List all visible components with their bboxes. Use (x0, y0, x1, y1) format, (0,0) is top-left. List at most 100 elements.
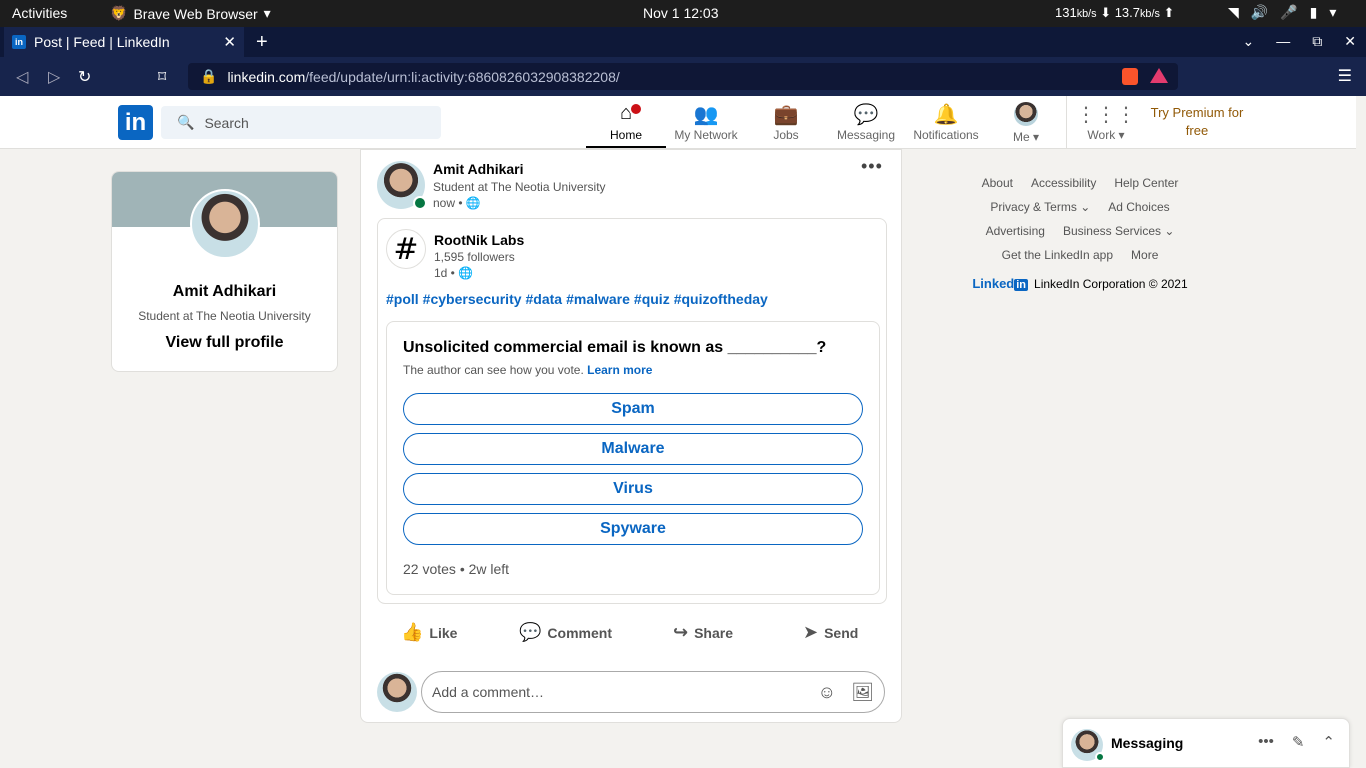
poll-option-button[interactable]: Malware (403, 433, 863, 465)
hamburger-menu-icon[interactable]: ☰ (1338, 66, 1352, 86)
hashtag-link[interactable]: #malware (566, 291, 630, 307)
chevron-up-icon[interactable]: ⌃ (1322, 733, 1335, 751)
comment-button[interactable]: 💬 Comment (519, 622, 612, 643)
poll-option-button[interactable]: Virus (403, 473, 863, 505)
linkedin-wordmark: Linked in (972, 276, 1029, 291)
nav-work[interactable]: ⋮⋮⋮ Work ▾ (1066, 102, 1146, 142)
page-scrollbar[interactable] (1356, 96, 1366, 768)
paper-plane-icon: ➤ (803, 622, 819, 642)
back-icon[interactable]: ◁ (16, 67, 28, 87)
compose-icon[interactable]: ✎ (1292, 733, 1305, 751)
search-input[interactable]: 🔍 Search (161, 106, 441, 139)
brave-shields-icon[interactable] (1122, 68, 1138, 85)
nav-notifications-label: Notifications (913, 128, 979, 142)
poll-note: The author can see how you vote. Learn m… (403, 363, 652, 377)
author-headline: Student at The Neotia University (433, 180, 606, 194)
hashtag-link[interactable]: #data (526, 291, 563, 307)
profile-name[interactable]: Amit Adhikari (112, 283, 337, 301)
brave-rewards-icon[interactable] (1150, 68, 1168, 83)
feed-post: Amit Adhikari Student at The Neotia Univ… (360, 149, 902, 723)
system-tray[interactable]: ◥ 🔊 🎤 ▮ ▾ (1228, 4, 1336, 21)
nav-home[interactable]: ⌂ Home (586, 102, 666, 148)
tab-linkedin[interactable]: in Post | Feed | LinkedIn ✕ (4, 27, 244, 57)
hashtag-link[interactable]: #quiz (634, 291, 670, 307)
image-icon[interactable]: 🖼 (851, 682, 874, 703)
hashtag-list: #poll #cybersecurity #data #malware #qui… (386, 291, 768, 307)
nav-notifications[interactable]: 🔔 Notifications (906, 102, 986, 142)
volume-icon[interactable]: 🔊 (1251, 4, 1268, 21)
network-icon: 👥 (693, 104, 719, 126)
new-tab-button[interactable]: + (256, 31, 268, 54)
chat-bubble-icon: 💬 (853, 104, 879, 126)
maximize-icon[interactable]: ⧉ (1312, 33, 1322, 50)
author-name[interactable]: Amit Adhikari (433, 161, 524, 177)
poll-option-button[interactable]: Spyware (403, 513, 863, 545)
messaging-title: Messaging (1111, 735, 1184, 751)
home-icon: ⌂ (619, 102, 633, 124)
hashtag-link[interactable]: #poll (386, 291, 419, 307)
send-button[interactable]: ➤ Send (803, 622, 858, 643)
app-menu[interactable]: 🦁 Brave Web Browser ▾ (110, 5, 271, 22)
copyright-text: LinkedIn Corporation © 2021 (1034, 276, 1188, 291)
clock[interactable]: Nov 1 12:03 (643, 5, 719, 21)
try-premium-link[interactable]: Try Premium for free (1146, 104, 1248, 140)
download-unit: kb/s (1076, 8, 1097, 20)
address-bar[interactable]: 🔒 linkedin.com/feed/update/urn:li:activi… (188, 63, 1178, 90)
share-button[interactable]: ↪ Share (673, 622, 733, 643)
messaging-panel[interactable]: Messaging ••• ✎ ⌃ (1062, 718, 1350, 768)
nav-work-label: Work (1087, 128, 1116, 142)
globe-icon: 🌐 (465, 196, 481, 210)
reload-icon[interactable]: ↻ (78, 67, 91, 87)
close-window-icon[interactable]: ✕ (1344, 33, 1356, 50)
footer-about[interactable]: About (982, 176, 1013, 190)
comment-input[interactable]: Add a comment… ☺ 🖼 (421, 671, 885, 713)
learn-more-link[interactable]: Learn more (587, 363, 652, 377)
nav-network-label: My Network (674, 128, 738, 142)
microphone-icon[interactable]: 🎤 (1280, 4, 1297, 21)
more-options-icon[interactable]: ••• (861, 156, 883, 177)
footer-advertising[interactable]: Advertising (986, 224, 1045, 238)
minimize-icon[interactable]: — (1276, 33, 1290, 50)
emoji-icon[interactable]: ☺ (818, 682, 836, 703)
footer-privacy-terms[interactable]: Privacy & Terms ⌄ (990, 200, 1090, 214)
reshared-post: # RootNik Labs 1,595 followers 1d • 🌐 #p… (377, 218, 887, 604)
hash-logo-icon[interactable]: # (386, 229, 426, 269)
view-full-profile-link[interactable]: View full profile (112, 334, 337, 352)
hashtag-link[interactable]: #cybersecurity (423, 291, 522, 307)
nav-my-network[interactable]: 👥 My Network (666, 102, 746, 142)
chevron-down-icon: ▾ (1118, 128, 1125, 142)
hashtag-link[interactable]: #quizoftheday (674, 291, 768, 307)
poll-stats: 22 votes • 2w left (403, 561, 510, 577)
footer-help-center[interactable]: Help Center (1114, 176, 1178, 190)
footer-get-app[interactable]: Get the LinkedIn app (1002, 248, 1113, 262)
profile-photo[interactable] (190, 189, 260, 259)
nav-me-label: Me (1012, 130, 1030, 144)
bell-icon: 🔔 (933, 104, 959, 126)
lock-icon: 🔒 (200, 68, 218, 84)
brave-icon: 🦁 (110, 5, 128, 21)
like-button[interactable]: 👍 Like (401, 622, 457, 643)
tab-title: Post | Feed | LinkedIn (34, 34, 170, 50)
tab-search-icon[interactable]: ⌄ (1243, 33, 1255, 50)
nav-jobs[interactable]: 💼 Jobs (746, 102, 826, 142)
linkedin-logo-icon[interactable]: in (118, 105, 153, 140)
footer-ad-choices[interactable]: Ad Choices (1108, 200, 1169, 214)
close-tab-icon[interactable]: ✕ (223, 33, 236, 51)
battery-icon[interactable]: ▮ (1310, 4, 1318, 21)
wifi-icon[interactable]: ◥ (1228, 4, 1239, 21)
power-menu-icon[interactable]: ▾ (1329, 4, 1336, 21)
arrow-up-icon: ⬆ (1163, 5, 1175, 20)
activities-button[interactable]: Activities (12, 5, 67, 21)
nav-me[interactable]: Me ▾ (986, 102, 1066, 144)
profile-card: Amit Adhikari Student at The Neotia Univ… (111, 171, 338, 372)
forward-icon[interactable]: ▷ (48, 67, 60, 87)
footer-more[interactable]: More (1131, 248, 1158, 262)
poll-option-button[interactable]: Spam (403, 393, 863, 425)
nav-messaging[interactable]: 💬 Messaging (826, 102, 906, 142)
chevron-down-icon: ⌄ (1080, 200, 1091, 214)
footer-business-services[interactable]: Business Services ⌄ (1063, 224, 1174, 238)
more-options-icon[interactable]: ••• (1258, 733, 1274, 751)
bookmark-icon[interactable]: ⌑ (158, 67, 166, 87)
org-name[interactable]: RootNik Labs (434, 232, 524, 248)
footer-accessibility[interactable]: Accessibility (1031, 176, 1096, 190)
